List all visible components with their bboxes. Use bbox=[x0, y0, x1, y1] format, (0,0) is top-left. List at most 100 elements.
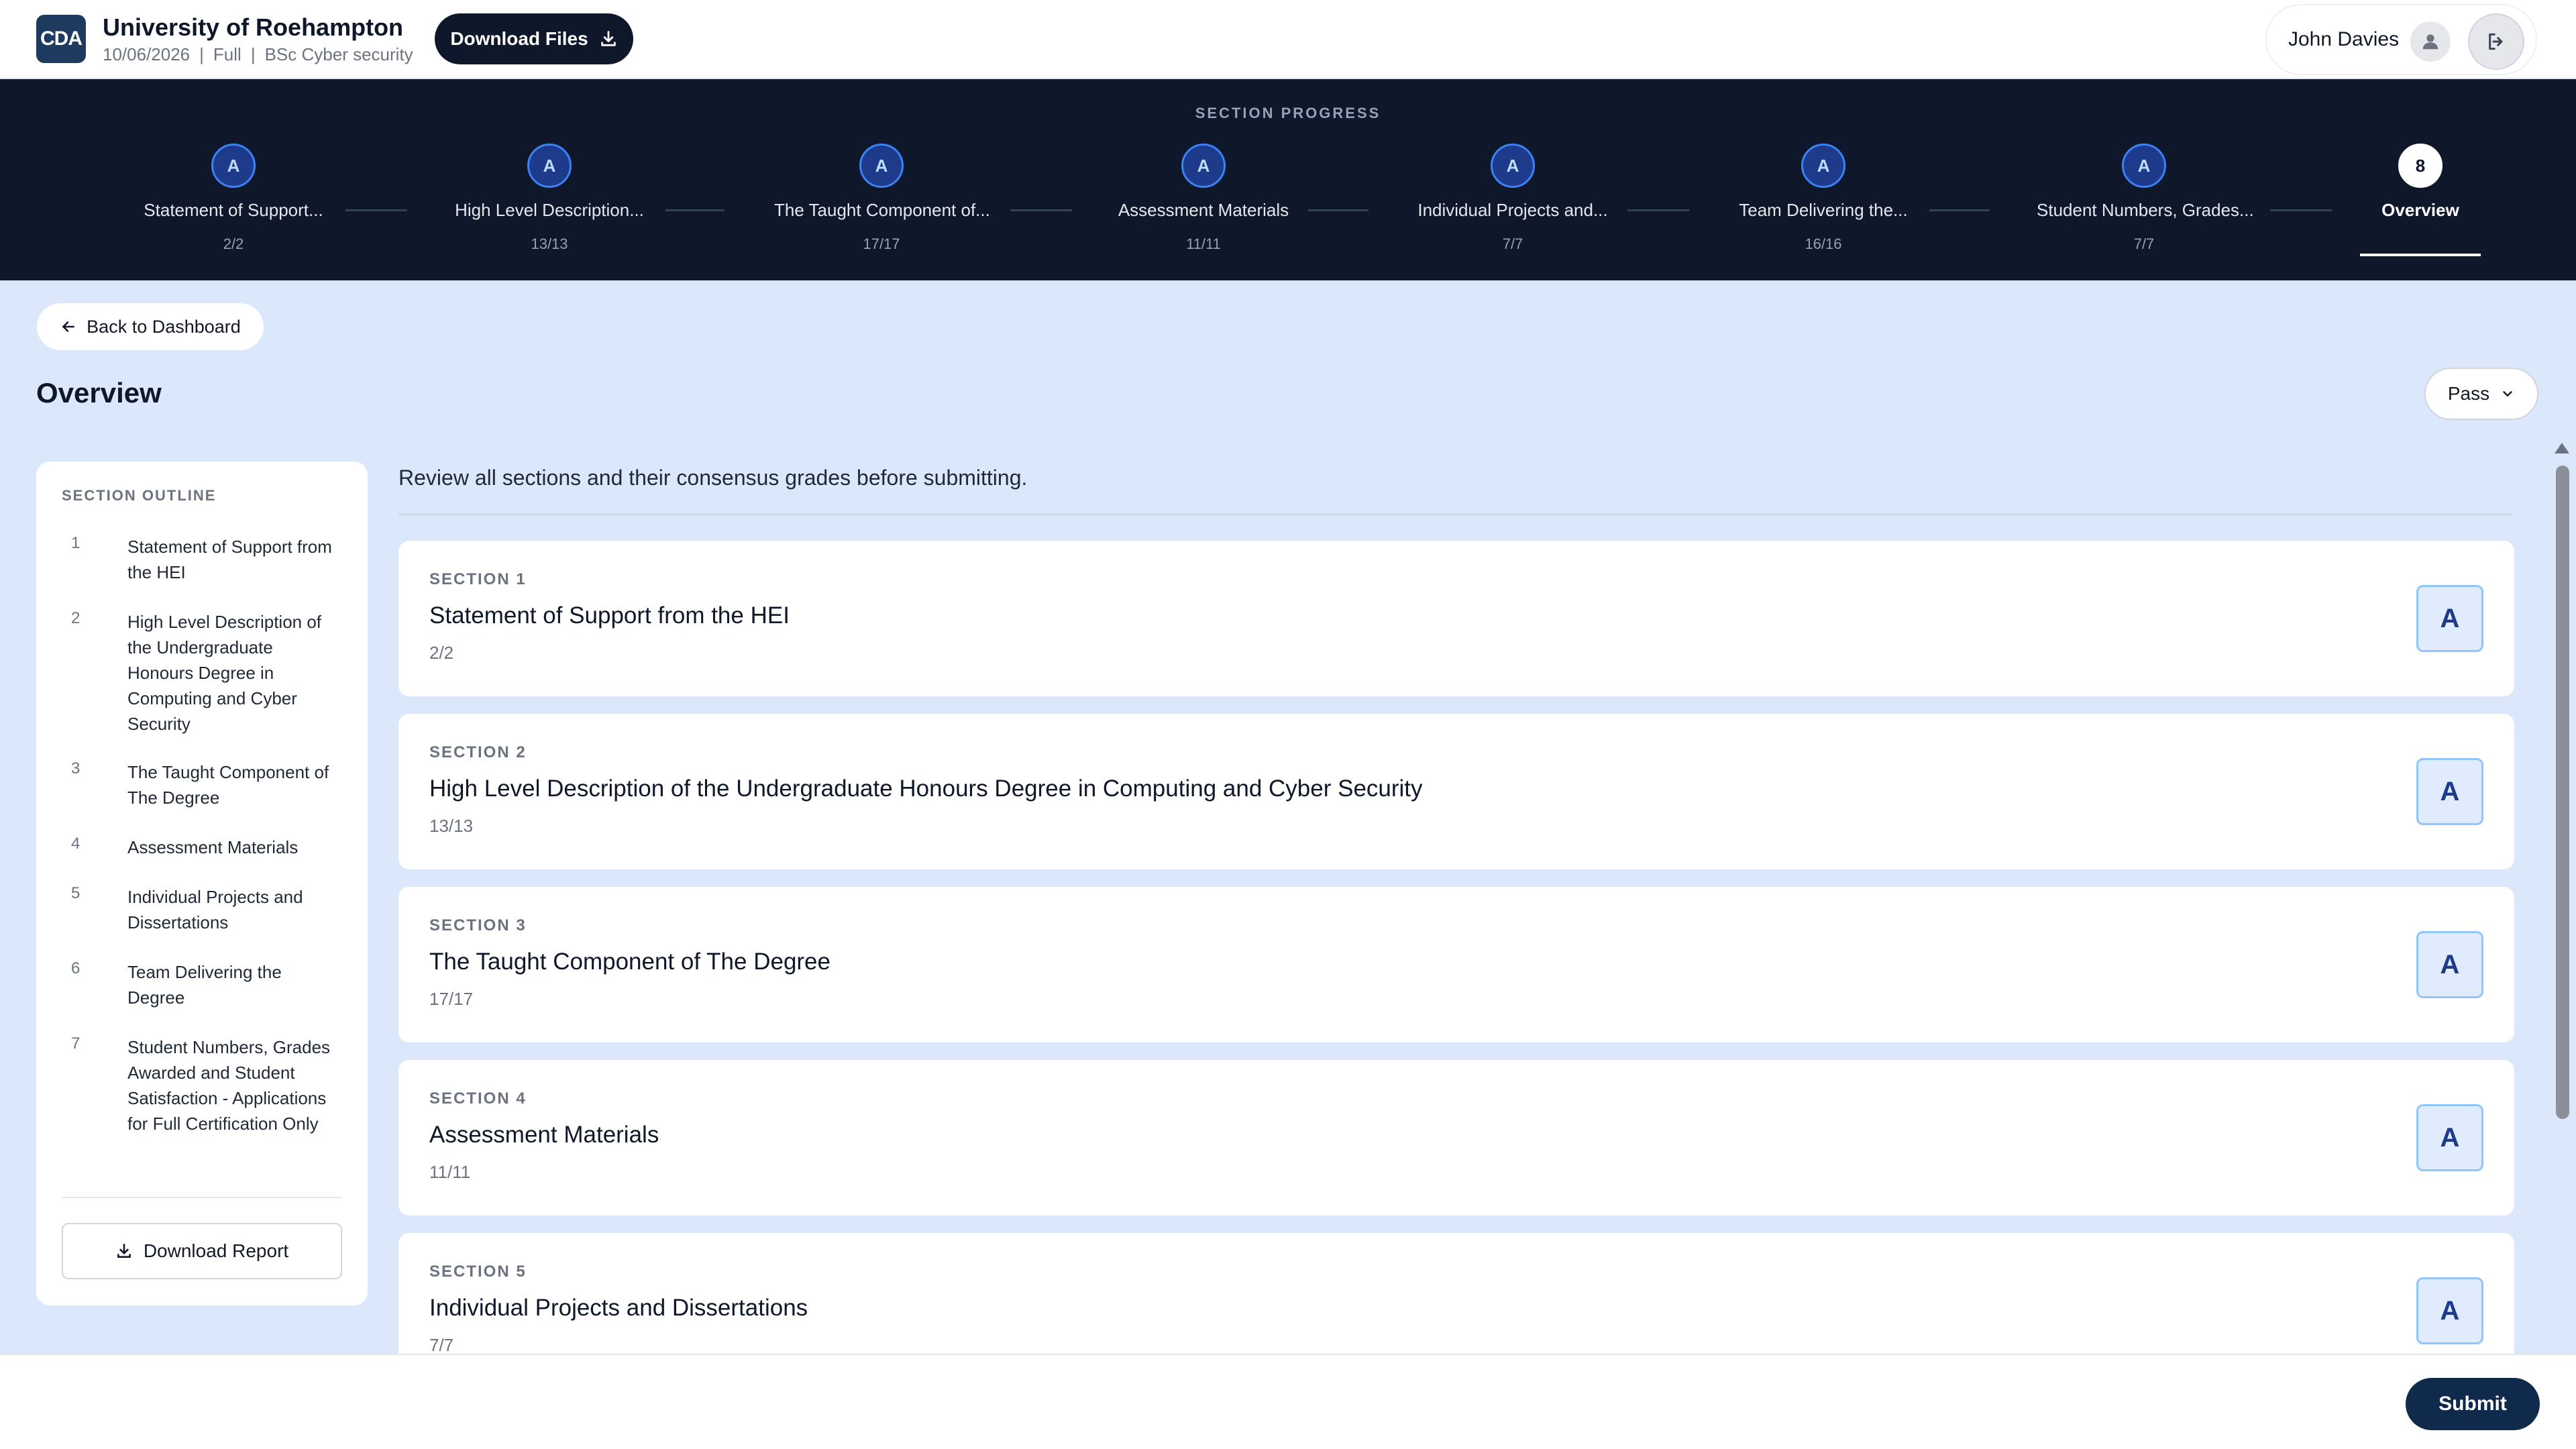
submission-meta: 10/06/2026 | Full | BSc Cyber security bbox=[103, 44, 413, 65]
section-card-2[interactable]: SECTION 2 High Level Description of the … bbox=[398, 714, 2514, 869]
outline-number: 5 bbox=[71, 884, 80, 902]
progress-step-4[interactable]: A Assessment Materials 11/11 bbox=[1096, 144, 1311, 253]
step-label: The Taught Component of... bbox=[774, 200, 990, 220]
section-count: 11/11 bbox=[429, 1162, 471, 1182]
download-files-label: Download Files bbox=[450, 28, 588, 49]
consensus-grade-badge: A bbox=[2416, 585, 2483, 652]
step-count: 16/16 bbox=[1805, 235, 1842, 252]
outline-item-7[interactable]: 7 Student Numbers, Grades Awarded and St… bbox=[62, 1034, 350, 1162]
outline-number: 1 bbox=[71, 534, 80, 552]
progress-step-3[interactable]: A The Taught Component of... 17/17 bbox=[774, 144, 990, 253]
step-connector bbox=[665, 209, 724, 211]
step-label: Assessment Materials bbox=[1118, 200, 1289, 220]
arrow-left-icon bbox=[60, 318, 77, 335]
section-outline: SECTION OUTLINE 1 Statement of Support f… bbox=[36, 462, 368, 1305]
progress-step-5[interactable]: A Individual Projects and... 7/7 bbox=[1405, 144, 1620, 253]
section-outline-title: SECTION OUTLINE bbox=[62, 487, 217, 504]
outline-item-2[interactable]: 2 High Level Description of the Undergra… bbox=[62, 609, 350, 737]
submission-date: 10/06/2026 bbox=[103, 44, 191, 64]
step-label: High Level Description... bbox=[455, 200, 644, 220]
outline-text: Individual Projects and Dissertations bbox=[127, 887, 303, 932]
section-number: SECTION 2 bbox=[429, 743, 527, 761]
step-connector bbox=[1627, 209, 1689, 211]
section-count: 2/2 bbox=[429, 643, 454, 663]
step-connector bbox=[1929, 209, 1990, 211]
outline-text: The Taught Component of The Degree bbox=[127, 762, 329, 808]
outline-item-1[interactable]: 1 Statement of Support from the HEI bbox=[62, 534, 350, 585]
section-number: SECTION 1 bbox=[429, 570, 527, 588]
outline-item-6[interactable]: 6 Team Delivering the Degree bbox=[62, 959, 350, 1010]
user-name: John Davies bbox=[2288, 28, 2400, 50]
scroll-up-arrow-icon[interactable] bbox=[2555, 443, 2569, 453]
section-title: High Level Description of the Undergradu… bbox=[429, 775, 1423, 802]
divider bbox=[398, 514, 2513, 515]
section-title: The Taught Component of The Degree bbox=[429, 949, 830, 975]
outline-text: High Level Description of the Undergradu… bbox=[127, 612, 322, 734]
step-badge: A bbox=[527, 144, 572, 188]
chevron-down-icon bbox=[2500, 386, 2515, 401]
section-card-4[interactable]: SECTION 4 Assessment Materials 11/11 A bbox=[398, 1060, 2514, 1216]
step-connector bbox=[345, 209, 407, 211]
progress-step-overview[interactable]: 8 Overview bbox=[2313, 144, 2528, 221]
consensus-grade-badge: A bbox=[2416, 1104, 2483, 1171]
scrollbar[interactable] bbox=[2555, 440, 2571, 1354]
outline-text: Student Numbers, Grades Awarded and Stud… bbox=[127, 1037, 331, 1134]
download-files-button[interactable]: Download Files bbox=[435, 13, 633, 64]
progress-step-6[interactable]: A Team Delivering the... 16/16 bbox=[1716, 144, 1931, 253]
section-card-5[interactable]: SECTION 5 Individual Projects and Disser… bbox=[398, 1233, 2514, 1354]
download-icon bbox=[115, 1242, 133, 1260]
progress-step-7[interactable]: A Student Numbers, Grades... 7/7 bbox=[2037, 144, 2254, 253]
section-title: Individual Projects and Dissertations bbox=[429, 1295, 808, 1321]
section-title: Assessment Materials bbox=[429, 1122, 659, 1148]
logout-icon[interactable] bbox=[2468, 13, 2524, 70]
outline-item-5[interactable]: 5 Individual Projects and Dissertations bbox=[62, 884, 350, 935]
section-progress: SECTION PROGRESS A Statement of Support.… bbox=[0, 79, 2576, 280]
user-avatar-icon[interactable] bbox=[2410, 21, 2451, 62]
section-count: 13/13 bbox=[429, 816, 474, 836]
step-label: Overview bbox=[2381, 200, 2459, 220]
outline-text: Statement of Support from the HEI bbox=[127, 537, 332, 582]
outline-number: 6 bbox=[71, 959, 80, 977]
section-card-3[interactable]: SECTION 3 The Taught Component of The De… bbox=[398, 887, 2514, 1042]
progress-step-1[interactable]: A Statement of Support... 2/2 bbox=[126, 144, 341, 253]
grade-select[interactable]: Pass bbox=[2424, 368, 2538, 420]
section-card-1[interactable]: SECTION 1 Statement of Support from the … bbox=[398, 541, 2514, 696]
step-label: Statement of Support... bbox=[144, 200, 323, 220]
outline-item-3[interactable]: 3 The Taught Component of The Degree bbox=[62, 759, 350, 810]
section-number: SECTION 4 bbox=[429, 1089, 527, 1108]
consensus-grade-badge: A bbox=[2416, 1277, 2483, 1344]
footer-bar: Submit bbox=[0, 1354, 2576, 1449]
outline-number: 3 bbox=[71, 759, 80, 777]
download-report-button[interactable]: Download Report bbox=[62, 1223, 342, 1279]
step-badge: A bbox=[1491, 144, 1535, 188]
programme-name: BSc Cyber security bbox=[264, 44, 413, 64]
back-to-dashboard-button[interactable]: Back to Dashboard bbox=[37, 303, 264, 350]
cda-logo: CDA bbox=[36, 15, 86, 63]
university-name: University of Roehampton bbox=[103, 13, 404, 41]
back-label: Back to Dashboard bbox=[87, 316, 241, 337]
submit-button[interactable]: Submit bbox=[2406, 1378, 2540, 1430]
section-number: SECTION 3 bbox=[429, 916, 527, 934]
scrollbar-thumb[interactable] bbox=[2556, 466, 2569, 1119]
step-label: Student Numbers, Grades... bbox=[2037, 200, 2254, 220]
step-count: 11/11 bbox=[1186, 235, 1221, 252]
section-title: Statement of Support from the HEI bbox=[429, 602, 790, 629]
page-title: Overview bbox=[36, 377, 162, 409]
step-badge: A bbox=[2122, 144, 2166, 188]
section-count: 7/7 bbox=[429, 1335, 454, 1354]
section-cards-list[interactable]: SECTION 1 Statement of Support from the … bbox=[398, 541, 2514, 1354]
step-count: 2/2 bbox=[223, 235, 244, 252]
outline-text: Team Delivering the Degree bbox=[127, 962, 282, 1008]
certification-type: Full bbox=[213, 44, 241, 64]
progress-step-2[interactable]: A High Level Description... 13/13 bbox=[442, 144, 657, 253]
section-progress-title: SECTION PROGRESS bbox=[1195, 105, 1381, 121]
review-instructions: Review all sections and their consensus … bbox=[398, 466, 1028, 490]
divider bbox=[62, 1197, 342, 1198]
top-header: CDA University of Roehampton 10/06/2026 |… bbox=[0, 0, 2576, 79]
step-count: 17/17 bbox=[863, 235, 900, 252]
section-number: SECTION 5 bbox=[429, 1263, 527, 1281]
user-menu[interactable]: John Davies bbox=[2265, 4, 2537, 75]
step-connector bbox=[1308, 209, 1368, 211]
outline-item-4[interactable]: 4 Assessment Materials bbox=[62, 835, 350, 861]
outline-text: Assessment Materials bbox=[127, 837, 299, 857]
